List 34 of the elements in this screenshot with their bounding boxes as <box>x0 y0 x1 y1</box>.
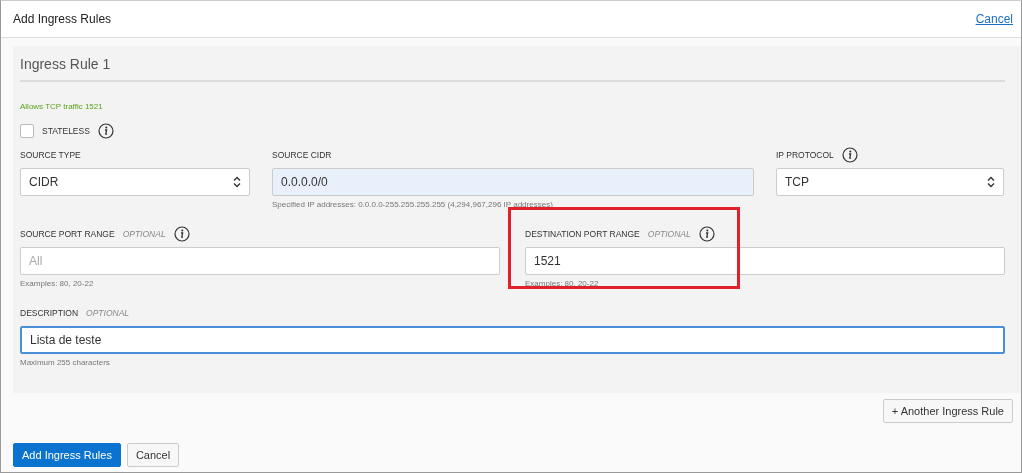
field-label: SOURCE PORT RANGE <box>20 229 115 239</box>
submit-button[interactable]: Add Ingress Rules <box>13 443 121 467</box>
field-hint: Examples: 80, 20-22 <box>525 279 600 288</box>
select-field[interactable]: TCP <box>776 168 1004 196</box>
input-field[interactable]: All <box>20 247 500 275</box>
info-icon[interactable] <box>97 123 114 139</box>
rule-title: Ingress Rule 1 <box>20 50 1005 82</box>
field-label: SOURCE TYPE <box>20 150 81 160</box>
input-field[interactable]: 0.0.0.0/0 <box>272 168 754 196</box>
input-field[interactable]: 1521 <box>525 247 1005 275</box>
select-field[interactable]: CIDR <box>20 168 250 196</box>
chevron-updown-icon <box>233 176 241 188</box>
field-label: DESTINATION PORT RANGE <box>525 229 640 239</box>
info-icon[interactable] <box>841 147 858 163</box>
rule-summary: Allows TCP traffic 1521 <box>20 102 104 111</box>
chevron-updown-icon <box>987 176 995 188</box>
field-hint: Examples: 80, 20-22 <box>20 279 95 288</box>
optional-label: OPTIONAL <box>122 229 166 239</box>
another-rule-button[interactable]: + Another Ingress Rule <box>882 399 1013 423</box>
field-label: DESCRIPTION <box>20 308 79 318</box>
checkbox[interactable] <box>20 124 34 138</box>
optional-label: OPTIONAL <box>647 229 691 239</box>
cancel-link[interactable]: Cancel <box>975 12 1013 26</box>
optional-label: OPTIONAL <box>86 308 130 318</box>
info-icon[interactable] <box>698 226 715 242</box>
field-label: IP PROTOCOL <box>776 150 834 160</box>
field-label: SOURCE CIDR <box>272 150 332 160</box>
input-field[interactable]: Lista de teste <box>20 326 1005 354</box>
checkbox-label: STATELESS <box>42 126 90 136</box>
cancel-button[interactable]: Cancel <box>126 443 180 467</box>
field-hint: Specified IP addresses: 0.0.0.0-255.255.255.255 (4,294,967,296 IP addresses) <box>272 200 554 209</box>
info-icon[interactable] <box>173 226 190 242</box>
window-title: Add Ingress Rules <box>13 12 112 26</box>
field-hint: Maximum 255 characters <box>20 358 111 367</box>
